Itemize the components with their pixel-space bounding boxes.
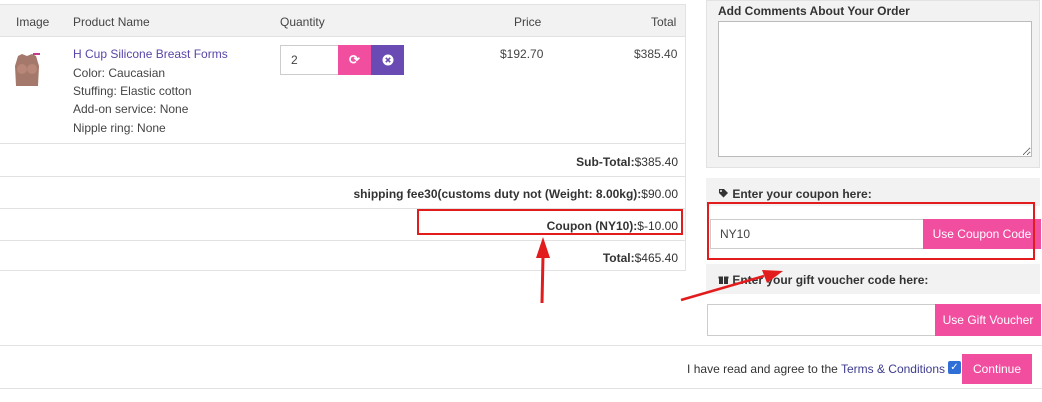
checkout-footer: I have read and agree to the Terms & Con… — [0, 345, 1042, 389]
agree-checkbox[interactable]: ✓ — [948, 361, 961, 374]
shipping-label: shipping fee30(customs duty not (Weight:… — [353, 187, 642, 201]
comments-label: Add Comments About Your Order — [718, 4, 910, 18]
header-image: Image — [16, 15, 50, 29]
use-gift-voucher-button[interactable]: Use Gift Voucher — [935, 304, 1041, 336]
continue-button[interactable]: Continue — [962, 354, 1032, 384]
total-label: Total: — [602, 251, 635, 265]
quantity-input[interactable] — [280, 45, 338, 75]
line-total: $385.40 — [634, 47, 678, 61]
subtotal-value: $385.40 — [634, 155, 678, 169]
product-name-link[interactable]: H Cup Silicone Breast Forms — [73, 47, 228, 61]
remove-icon — [382, 54, 393, 66]
remove-item-button[interactable] — [371, 45, 404, 75]
voucher-label: Enter your gift voucher code here: — [732, 273, 929, 287]
subtotal-row: Sub-Total:$385.40 — [0, 145, 685, 177]
coupon-row-highlight — [417, 209, 683, 235]
product-option-addon: Add-on service: None — [73, 102, 189, 116]
tag-icon — [719, 189, 728, 198]
refresh-icon: ⟳ — [349, 52, 360, 67]
update-quantity-button[interactable]: ⟳ — [338, 45, 371, 75]
coupon-form-highlight — [707, 202, 1035, 260]
gift-voucher-input[interactable] — [707, 304, 935, 336]
unit-price: $192.70 — [500, 47, 544, 61]
total-row: Total:$465.40 — [0, 241, 685, 273]
shipping-row: shipping fee30(customs duty not (Weight:… — [0, 177, 685, 209]
terms-link[interactable]: Terms & Conditions — [841, 362, 945, 376]
total-value: $465.40 — [634, 251, 678, 265]
product-option-nipple-ring: Nipple ring: None — [73, 121, 166, 135]
shipping-value: $90.00 — [641, 187, 678, 201]
subtotal-label: Sub-Total: — [576, 155, 635, 169]
coupon-label: Enter your coupon here: — [732, 187, 872, 201]
table-row: H Cup Silicone Breast Forms Color: Cauca… — [0, 38, 685, 144]
header-product-name: Product Name — [73, 15, 150, 29]
header-quantity: Quantity — [280, 15, 325, 29]
comments-panel: Add Comments About Your Order — [706, 0, 1040, 168]
agree-text: I have read and agree to the Terms & Con… — [687, 362, 945, 376]
header-total: Total — [651, 15, 677, 29]
agree-label: I have read and agree to the — [687, 362, 838, 376]
product-option-color: Color: Caucasian — [73, 66, 166, 80]
cart-table-header: Image Product Name Quantity Price Total — [0, 5, 685, 37]
comments-textarea[interactable] — [718, 21, 1032, 157]
product-option-stuffing: Stuffing: Elastic cotton — [73, 84, 192, 98]
voucher-header: Enter your gift voucher code here: — [706, 264, 1040, 294]
product-thumbnail[interactable] — [12, 52, 42, 88]
header-price: Price — [514, 15, 542, 29]
gift-icon — [718, 276, 729, 285]
